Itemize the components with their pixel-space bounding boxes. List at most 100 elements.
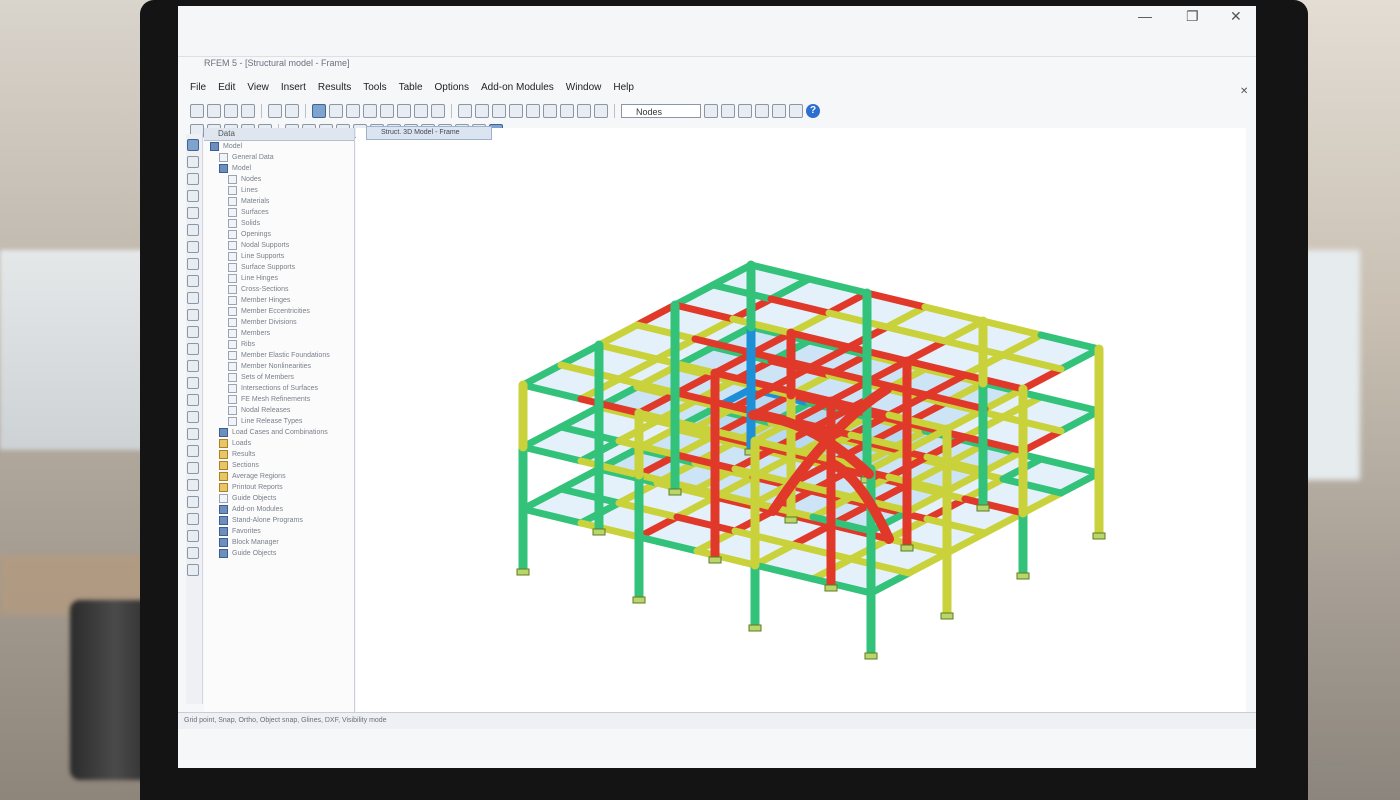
render-icon[interactable] [789,104,803,118]
navigator-tree-item[interactable]: Sets of Members [204,372,354,383]
pan-icon[interactable] [431,104,445,118]
navigator-tree-item[interactable]: Add-on Modules [204,504,354,515]
navigator-tree-item[interactable]: Member Divisions [204,317,354,328]
view-tab[interactable]: Struct. 3D Model - Frame [366,126,492,140]
coordinate-system-icon[interactable] [187,394,199,406]
grid-settings-icon[interactable] [187,377,199,389]
navigator-tree-item[interactable]: Block Manager [204,537,354,548]
navigator-tree-item[interactable]: Solids [204,218,354,229]
wireframe-icon[interactable] [577,104,591,118]
redo-icon[interactable] [285,104,299,118]
navigator-tree-item[interactable]: Loads [204,438,354,449]
zoom-window-icon[interactable] [380,104,394,118]
navigator-tree-item[interactable]: Cross-Sections [204,284,354,295]
solid-model-icon[interactable] [594,104,608,118]
menu-insert[interactable]: Insert [281,82,306,100]
table-icon[interactable] [492,104,506,118]
navigator-tree-item[interactable]: Average Regions [204,471,354,482]
select-icon[interactable] [312,104,326,118]
zoom-all-icon[interactable] [397,104,411,118]
delete-icon[interactable] [187,326,199,338]
info-icon[interactable] [187,513,199,525]
navigator-tree-item[interactable]: Nodal Supports [204,240,354,251]
view-x-icon[interactable] [509,104,523,118]
print-icon[interactable] [241,104,255,118]
navigator-tree-item[interactable]: General Data [204,152,354,163]
menu-view[interactable]: View [247,82,269,100]
navigator-tree-item[interactable]: Ribs [204,339,354,350]
extrude-icon[interactable] [187,292,199,304]
menu-tools[interactable]: Tools [363,82,386,100]
measure-icon[interactable] [738,104,752,118]
rotate-object-icon[interactable] [187,207,199,219]
move-icon[interactable] [187,173,199,185]
menu-window[interactable]: Window [566,82,602,100]
menu-file[interactable]: File [190,82,206,100]
new-file-icon[interactable] [190,104,204,118]
navigator-tree-item[interactable]: Materials [204,196,354,207]
navigator-tree-item[interactable]: Member Hinges [204,295,354,306]
navigator-tree-item[interactable]: Surface Supports [204,262,354,273]
navigator-tree-item[interactable]: Favorites [204,526,354,537]
menu-help[interactable]: Help [613,82,634,100]
pencil-icon[interactable] [187,156,199,168]
navigator-tree-item[interactable]: Intersections of Surfaces [204,383,354,394]
check-icon[interactable] [187,496,199,508]
visibility-icon[interactable] [187,411,199,423]
navigator-tree-item[interactable]: Guide Objects [204,548,354,559]
view-z-icon[interactable] [543,104,557,118]
isometric-view-icon[interactable] [560,104,574,118]
navigator-tree-item[interactable]: Member Eccentricities [204,306,354,317]
measure-distance-icon[interactable] [187,343,199,355]
navigator-tree-item[interactable]: Line Release Types [204,416,354,427]
calculate-icon[interactable] [458,104,472,118]
camera-icon[interactable] [772,104,786,118]
pointer-icon[interactable] [187,139,199,151]
structural-model-3d[interactable] [356,128,1246,728]
navigator-tree-item[interactable]: Members [204,328,354,339]
3d-viewport[interactable] [356,128,1246,728]
numbering-icon[interactable] [187,462,199,474]
menu-edit[interactable]: Edit [218,82,235,100]
navigator-tree-item[interactable]: Model [204,163,354,174]
connect-icon[interactable] [187,275,199,287]
copy-icon[interactable] [187,190,199,202]
rotate-icon[interactable] [414,104,428,118]
guide-line-icon[interactable] [187,360,199,372]
navigator-tree-item[interactable]: Nodal Releases [204,405,354,416]
navigator-tree-item[interactable]: Results [204,449,354,460]
navigator-tree-item[interactable]: Sections [204,460,354,471]
navigator-tree-item[interactable]: Line Supports [204,251,354,262]
navigator-tree-item[interactable]: Surfaces [204,207,354,218]
navigator-tree-item[interactable]: Stand-Alone Programs [204,515,354,526]
zoom-in-icon[interactable] [346,104,360,118]
open-folder-icon[interactable] [207,104,221,118]
navigator-tree-item[interactable]: Model [204,141,354,152]
navigator-tree-item[interactable]: Openings [204,229,354,240]
navigator-tree-item[interactable]: Line Hinges [204,273,354,284]
maximize-button[interactable]: ❐ [1186,8,1199,25]
grid-icon[interactable] [704,104,718,118]
save-icon[interactable] [224,104,238,118]
navigator-tree-item[interactable]: Printout Reports [204,482,354,493]
object-type-select[interactable]: Nodes [621,104,701,118]
menu-table[interactable]: Table [399,82,423,100]
menu-options[interactable]: Options [435,82,469,100]
help-icon[interactable]: ? [806,104,820,118]
properties-icon[interactable] [187,547,199,559]
settings-icon[interactable] [187,530,199,542]
divide-icon[interactable] [187,258,199,270]
mirror-icon[interactable] [187,224,199,236]
scale-icon[interactable] [187,241,199,253]
menu-addon-modules[interactable]: Add-on Modules [481,82,554,100]
renumber-icon[interactable] [187,479,199,491]
navigator-tree-item[interactable]: Nodes [204,174,354,185]
navigator-tree-item[interactable]: Member Elastic Foundations [204,350,354,361]
trim-icon[interactable] [187,309,199,321]
zoom-icon[interactable] [329,104,343,118]
minimize-button[interactable]: — [1138,8,1152,24]
layers-icon[interactable] [187,564,199,576]
navigator-tree-item[interactable]: Load Cases and Combinations [204,427,354,438]
results-icon[interactable] [475,104,489,118]
navigator-tree-item[interactable]: Member Nonlinearities [204,361,354,372]
